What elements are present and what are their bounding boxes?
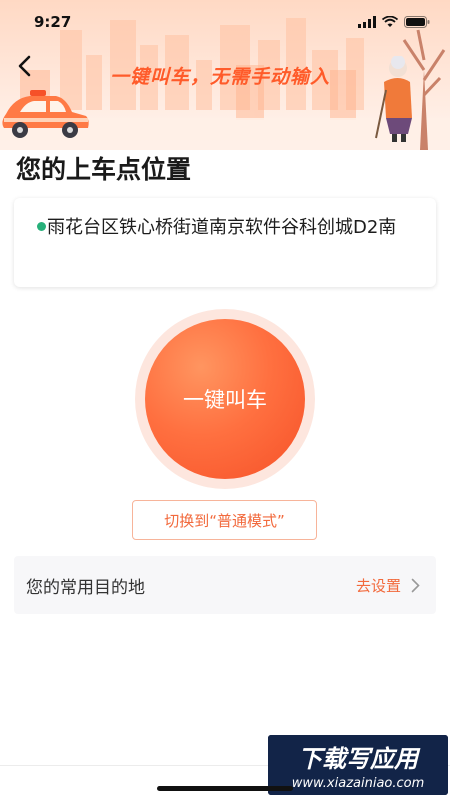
watermark-logo: 下载写应用 www.xiazainiao.com <box>268 735 448 795</box>
back-button[interactable] <box>10 50 38 82</box>
favorite-destinations-row[interactable]: 您的常用目的地 去设置 <box>14 556 436 614</box>
home-indicator <box>157 786 293 791</box>
wifi-icon <box>382 16 398 27</box>
pickup-location-card[interactable]: 雨花台区铁心桥街道南京软件谷科创城D2南 <box>14 198 436 287</box>
status-time: 9:27 <box>34 13 72 31</box>
signal-icon <box>358 16 376 28</box>
page-title: 您的上车点位置 <box>16 155 192 184</box>
chevron-right-icon <box>411 578 420 592</box>
status-bar: 9:27 <box>0 0 450 44</box>
banner-slogan: 一键叫车，无需手动输入 <box>110 66 331 88</box>
watermark-url: www.xiazainiao.com <box>292 776 425 791</box>
taxi-illustration <box>0 88 92 144</box>
watermark-title: 下载写应用 <box>298 745 421 773</box>
set-up-link[interactable]: 去设置 <box>356 575 401 596</box>
pickup-address: 雨花台区铁心桥街道南京软件谷科创城D2南 <box>47 217 397 238</box>
watermark-graphic: 下载写应用 www.xiazainiao.com <box>268 735 448 795</box>
favorite-destinations-action[interactable]: 去设置 <box>356 575 420 596</box>
status-icons <box>358 16 430 28</box>
battery-icon <box>404 16 430 28</box>
location-dot-icon <box>37 222 46 231</box>
switch-mode-button[interactable]: 切换到“普通模式” <box>132 500 317 540</box>
one-tap-call-button[interactable]: 一键叫车 <box>145 319 305 479</box>
favorite-destinations-label: 您的常用目的地 <box>26 577 145 598</box>
elderly-person-illustration <box>368 55 420 148</box>
chevron-left-icon <box>18 55 31 77</box>
